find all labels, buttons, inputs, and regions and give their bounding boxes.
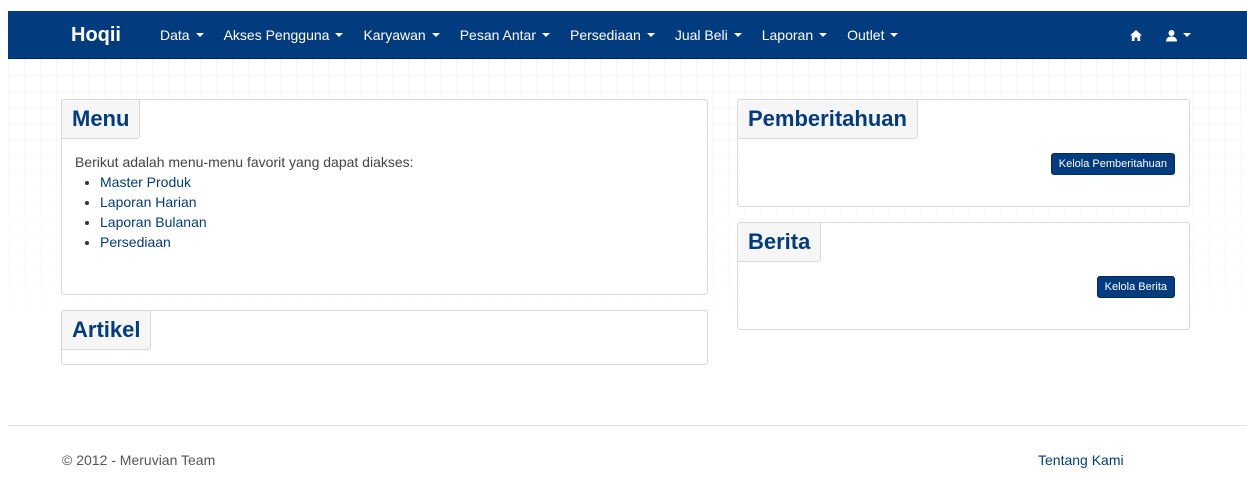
nav-item-pesan-antar[interactable]: Pesan Antar bbox=[460, 11, 570, 59]
nav-item-karyawan[interactable]: Karyawan bbox=[363, 11, 459, 59]
link-master-produk[interactable]: Master Produk bbox=[100, 174, 191, 190]
nav-item-label: Outlet bbox=[847, 27, 885, 43]
link-laporan-bulanan[interactable]: Laporan Bulanan bbox=[100, 214, 207, 230]
page: Hoqii Data Akses Pengguna Karyawan Pesan… bbox=[8, 11, 1247, 477]
caret-down-icon bbox=[431, 33, 440, 37]
menu-panel-body: Berikut adalah menu-menu favorit yang da… bbox=[75, 154, 414, 252]
berita-panel-title: Berita bbox=[737, 222, 822, 262]
caret-down-icon bbox=[733, 33, 742, 37]
list-item: Persediaan bbox=[100, 232, 414, 252]
nav-item-label: Data bbox=[160, 27, 190, 43]
artikel-panel-title: Artikel bbox=[61, 310, 152, 350]
user-icon bbox=[1165, 29, 1178, 42]
list-item: Laporan Harian bbox=[100, 192, 414, 212]
home-icon[interactable] bbox=[1129, 29, 1143, 42]
artikel-panel: Artikel bbox=[61, 310, 708, 365]
caret-down-icon bbox=[195, 33, 204, 37]
kelola-pemberitahuan-button[interactable]: Kelola Pemberitahuan bbox=[1050, 153, 1175, 175]
brand-logo[interactable]: Hoqii bbox=[71, 24, 121, 47]
menu-intro: Berikut adalah menu-menu favorit yang da… bbox=[75, 154, 414, 170]
nav-item-jual-beli[interactable]: Jual Beli bbox=[675, 11, 762, 59]
about-link[interactable]: Tentang Kami bbox=[1038, 452, 1124, 468]
caret-down-icon bbox=[1183, 33, 1191, 37]
link-laporan-harian[interactable]: Laporan Harian bbox=[100, 194, 197, 210]
nav-item-label: Jual Beli bbox=[674, 27, 728, 43]
menu-panel-title: Menu bbox=[61, 99, 141, 139]
nav-item-laporan[interactable]: Laporan bbox=[762, 11, 847, 59]
nav-item-label: Persediaan bbox=[569, 27, 641, 43]
caret-down-icon bbox=[819, 33, 828, 37]
user-menu[interactable] bbox=[1165, 29, 1191, 42]
nav-item-label: Akses Pengguna bbox=[223, 27, 330, 43]
pemberitahuan-panel-title: Pemberitahuan bbox=[737, 99, 918, 139]
footer-copyright: © 2012 - Meruvian Team bbox=[62, 452, 216, 468]
footer-divider bbox=[8, 425, 1247, 426]
caret-down-icon bbox=[335, 33, 344, 37]
navbar: Hoqii Data Akses Pengguna Karyawan Pesan… bbox=[8, 11, 1247, 59]
nav-item-label: Laporan bbox=[761, 27, 814, 43]
nav-item-label: Karyawan bbox=[363, 27, 426, 43]
kelola-berita-button[interactable]: Kelola Berita bbox=[1096, 276, 1175, 298]
nav-item-persediaan[interactable]: Persediaan bbox=[570, 11, 675, 59]
nav-item-data[interactable]: Data bbox=[160, 11, 224, 59]
menu-panel: Menu Berikut adalah menu-menu favorit ya… bbox=[61, 99, 708, 295]
nav-item-label: Pesan Antar bbox=[459, 27, 536, 43]
link-persediaan[interactable]: Persediaan bbox=[100, 234, 171, 250]
nav-item-outlet[interactable]: Outlet bbox=[847, 11, 918, 59]
caret-down-icon bbox=[646, 33, 655, 37]
nav-right bbox=[1107, 11, 1191, 59]
list-item: Laporan Bulanan bbox=[100, 212, 414, 232]
berita-panel: Berita Kelola Berita bbox=[737, 222, 1190, 330]
favorite-menu-list: Master Produk Laporan Harian Laporan Bul… bbox=[100, 172, 414, 252]
pemberitahuan-panel: Pemberitahuan Kelola Pemberitahuan bbox=[737, 99, 1190, 207]
nav-item-akses-pengguna[interactable]: Akses Pengguna bbox=[224, 11, 364, 59]
list-item: Master Produk bbox=[100, 172, 414, 192]
caret-down-icon bbox=[890, 33, 899, 37]
caret-down-icon bbox=[541, 33, 550, 37]
main-nav: Data Akses Pengguna Karyawan Pesan Antar… bbox=[160, 11, 918, 59]
